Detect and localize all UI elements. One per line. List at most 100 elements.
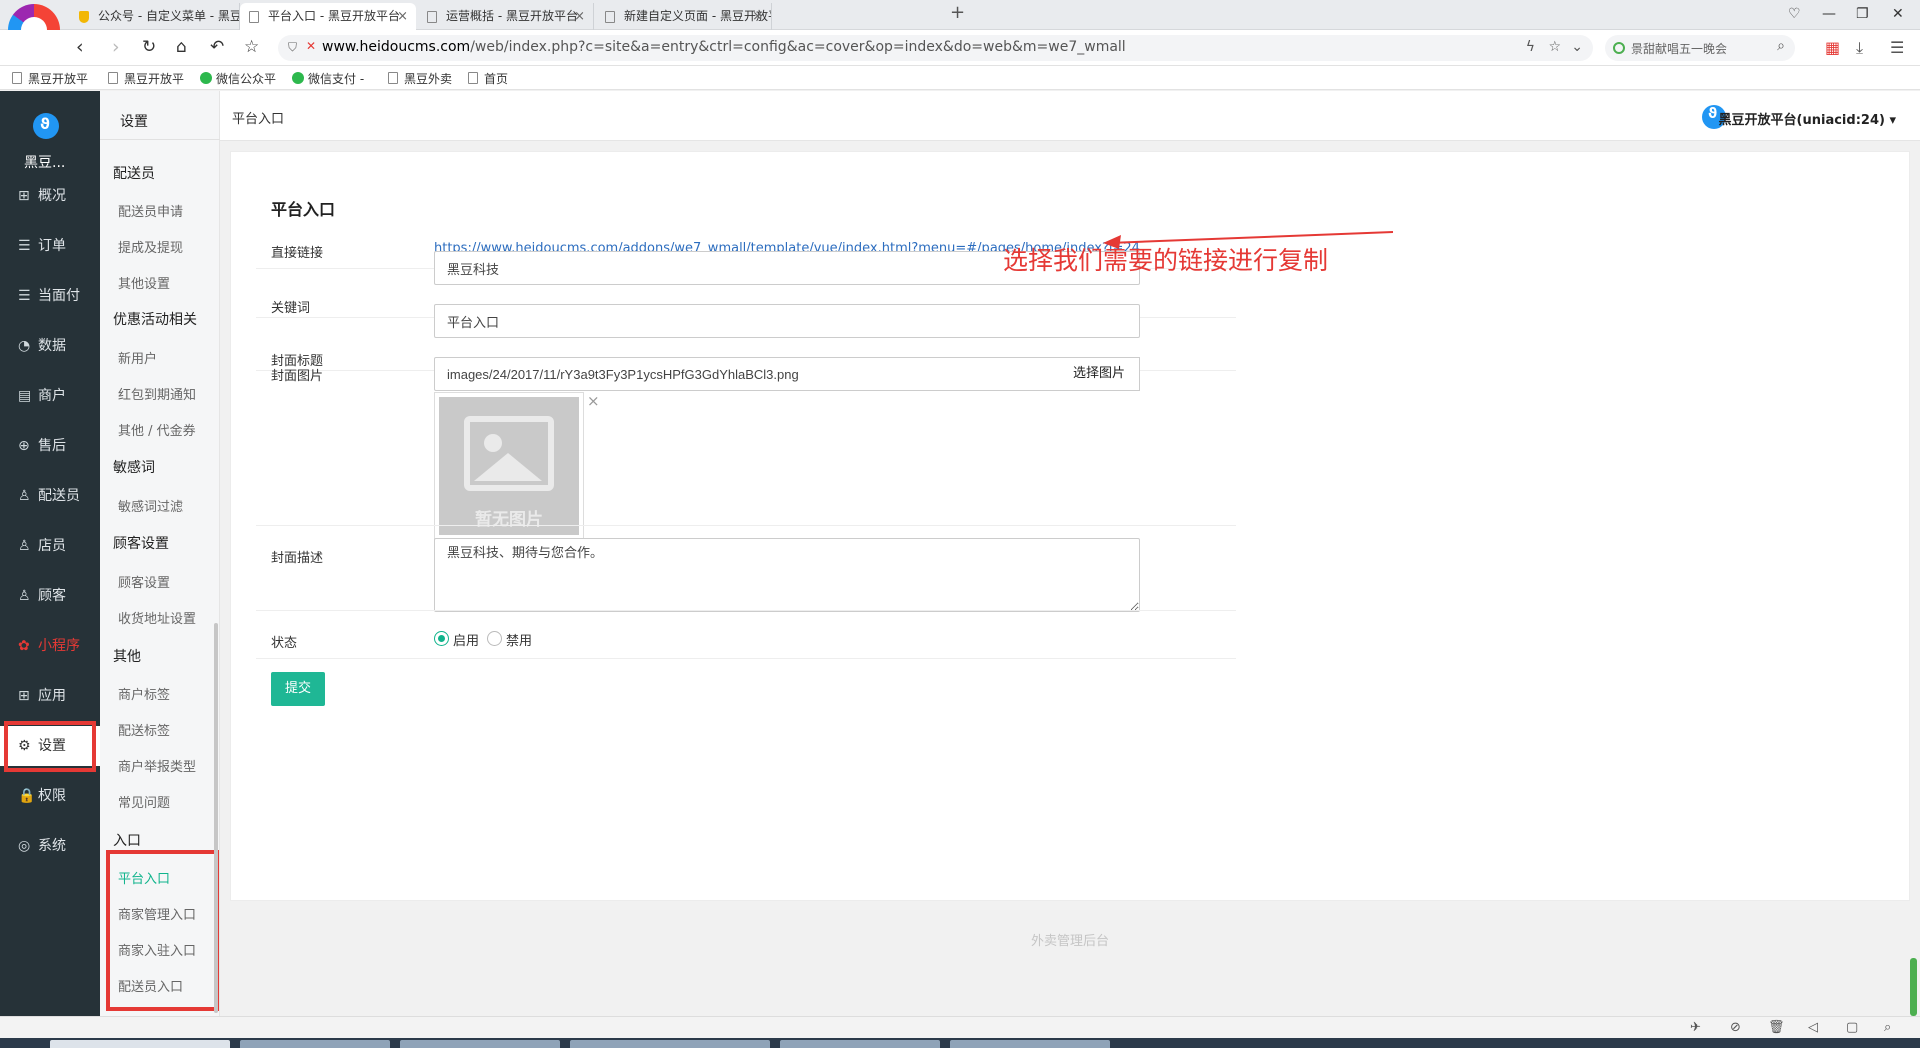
menu-icon[interactable]: ☰ bbox=[1890, 38, 1904, 57]
nav-item-data[interactable]: ◔ 数据 bbox=[0, 326, 100, 366]
new-tab-icon[interactable]: + bbox=[950, 2, 965, 23]
nav-item-permissions[interactable]: 🔒 权限 bbox=[0, 776, 100, 816]
shirt-icon[interactable]: ♡ bbox=[1788, 6, 1801, 22]
back-icon[interactable]: ‹ bbox=[76, 36, 84, 58]
address-bar[interactable]: ⛉ ✕ www.heidoucms.com/web/index.php?c=si… bbox=[278, 35, 1593, 61]
close-icon[interactable]: × bbox=[752, 3, 763, 30]
home-icon[interactable]: ⌂ bbox=[176, 36, 187, 58]
browser-status-bar: ✈ ⊘ 🗑 ◁ ▢ ⌕ bbox=[0, 1016, 1920, 1038]
search-box[interactable]: 景甜献唱五一晚会 ⌕ bbox=[1605, 35, 1795, 61]
overview-icon: ⊞ bbox=[18, 188, 30, 204]
sub-item-other-settings[interactable]: 其他设置 bbox=[118, 273, 170, 292]
bookmark-star-icon[interactable]: ☆ bbox=[244, 36, 259, 58]
bookmark-item[interactable]: 首页 bbox=[468, 70, 508, 87]
apps-icon: ⊞ bbox=[18, 688, 30, 704]
submit-button[interactable]: 提交 bbox=[271, 672, 325, 706]
apps-grid-icon[interactable]: ▦ bbox=[1825, 38, 1840, 57]
sub-item-commission[interactable]: 提成及提现 bbox=[118, 237, 183, 256]
cover-image-path-input[interactable] bbox=[434, 357, 1060, 391]
sub-item-delivery-tags[interactable]: 配送标签 bbox=[118, 720, 170, 739]
download-icon[interactable]: ⤓ bbox=[1856, 38, 1863, 58]
row-divider bbox=[256, 526, 1236, 611]
nav-item-overview[interactable]: ⊞ 概况 bbox=[0, 176, 100, 216]
choose-image-button[interactable]: 选择图片 bbox=[1059, 357, 1140, 391]
nav-item-apps[interactable]: ⊞ 应用 bbox=[0, 676, 100, 716]
bookmark-item[interactable]: 黑豆开放平 bbox=[108, 70, 184, 87]
tab-operations-overview[interactable]: 运营概括 - 黑豆开放平台 × bbox=[418, 3, 594, 30]
tab-new-custom-page[interactable]: 新建自定义页面 - 黑豆开放平台 × bbox=[596, 3, 772, 30]
nav-label: 应用 bbox=[38, 688, 66, 704]
sub-item-faq[interactable]: 常见问题 bbox=[118, 792, 170, 811]
taskbar-item[interactable] bbox=[240, 1040, 390, 1048]
taskbar-item[interactable] bbox=[780, 1040, 940, 1048]
sub-item-report-types[interactable]: 商户举报类型 bbox=[118, 756, 196, 775]
sub-item-redpacket-expire[interactable]: 红包到期通知 bbox=[118, 384, 196, 403]
taskbar-item[interactable] bbox=[50, 1040, 230, 1048]
restore-icon[interactable]: ❐ bbox=[1856, 6, 1869, 22]
taskbar-item[interactable] bbox=[950, 1040, 1110, 1048]
nav-item-system[interactable]: ◎ 系统 bbox=[0, 826, 100, 866]
taskbar-item[interactable] bbox=[570, 1040, 770, 1048]
sub-sidebar-scrollbar[interactable] bbox=[214, 623, 218, 1013]
close-icon[interactable]: × bbox=[397, 3, 408, 30]
nav-item-couriers[interactable]: ♙ 配送员 bbox=[0, 476, 100, 516]
window-close-icon[interactable]: ✕ bbox=[1892, 6, 1904, 22]
page-icon bbox=[249, 11, 259, 23]
speed-icon[interactable]: ⊘ bbox=[1730, 1020, 1741, 1035]
page-icon bbox=[108, 72, 118, 84]
undo-icon[interactable]: ↶ bbox=[210, 36, 224, 58]
tab-platform-entry[interactable]: 平台入口 - 黑豆开放平台 × bbox=[240, 3, 416, 30]
reload-icon[interactable]: ↻ bbox=[142, 36, 156, 58]
window-icon[interactable]: ▢ bbox=[1846, 1020, 1858, 1035]
favorite-icon[interactable]: ☆ bbox=[1548, 39, 1561, 55]
close-icon[interactable]: × bbox=[574, 3, 585, 30]
trash-icon[interactable]: 🗑 bbox=[1768, 1020, 1785, 1035]
bookmark-label: 黑豆外卖 bbox=[404, 72, 453, 86]
sound-icon[interactable]: ◁ bbox=[1808, 1020, 1818, 1035]
nav-item-face-pay[interactable]: ☰ 当面付 bbox=[0, 276, 100, 316]
bookmark-item[interactable]: 微信支付 - bbox=[292, 70, 364, 87]
clerk-icon: ♙ bbox=[18, 538, 31, 554]
tab-official-account-menu[interactable]: 公众号 - 自定义菜单 - 黑豆开放平台 bbox=[70, 3, 240, 30]
url-host: www.heidoucms.com bbox=[322, 39, 471, 55]
nav-item-aftersale[interactable]: ⊕ 售后 bbox=[0, 426, 100, 466]
taskbar-item[interactable] bbox=[400, 1040, 560, 1048]
nav-item-orders[interactable]: ☰ 订单 bbox=[0, 226, 100, 266]
sub-item-customer-settings[interactable]: 顾客设置 bbox=[118, 572, 170, 591]
rocket-icon[interactable]: ✈ bbox=[1690, 1020, 1701, 1035]
nav-item-stores[interactable]: ▤ 商户 bbox=[0, 376, 100, 416]
lightning-icon[interactable]: ϟ bbox=[1526, 39, 1535, 55]
nav-item-clerks[interactable]: ♙ 店员 bbox=[0, 526, 100, 566]
sub-item-store-tags[interactable]: 商户标签 bbox=[118, 684, 170, 703]
brand[interactable]: 黑豆... bbox=[0, 91, 100, 171]
nav-item-miniprogram[interactable]: ✿ 小程序 bbox=[0, 626, 100, 666]
nav-label: 系统 bbox=[38, 838, 66, 854]
search-icon[interactable]: ⌕ bbox=[1777, 38, 1785, 54]
tab-title: 平台入口 - 黑豆开放平台 bbox=[268, 9, 400, 23]
page-scrollbar[interactable] bbox=[1910, 958, 1917, 1016]
sub-item-courier-apply[interactable]: 配送员申请 bbox=[118, 201, 183, 220]
chevron-down-icon[interactable]: ⌄ bbox=[1571, 39, 1583, 55]
bookmark-item[interactable]: 黑豆外卖 bbox=[388, 70, 452, 87]
search-hint: 景甜献唱五一晚会 bbox=[1631, 42, 1728, 56]
sub-item-address-settings[interactable]: 收货地址设置 bbox=[118, 608, 196, 627]
sub-item-sensitive-filter[interactable]: 敏感词过滤 bbox=[118, 496, 183, 515]
bookmark-label: 微信支付 - bbox=[308, 72, 365, 86]
highlight-box-settings bbox=[4, 721, 96, 772]
cover-title-input[interactable] bbox=[434, 304, 1140, 338]
shield-icon bbox=[79, 11, 89, 23]
bookmark-item[interactable]: 微信公众平 bbox=[200, 70, 276, 87]
minimize-icon[interactable]: — bbox=[1822, 6, 1836, 22]
bookmark-item[interactable]: 黑豆开放平 bbox=[12, 70, 88, 87]
brand-logo-icon bbox=[33, 113, 59, 139]
user-menu[interactable]: 黑豆开放平台(uniacid:24) ▾ bbox=[1719, 109, 1896, 128]
nav-label: 配送员 bbox=[38, 488, 80, 504]
url-text[interactable]: www.heidoucms.com/web/index.php?c=site&a… bbox=[322, 39, 1126, 55]
sub-item-coupon[interactable]: 其他 / 代金券 bbox=[118, 420, 196, 439]
zoom-icon[interactable]: ⌕ bbox=[1884, 1020, 1891, 1035]
nav-label: 权限 bbox=[38, 788, 66, 804]
sub-item-new-user[interactable]: 新用户 bbox=[118, 348, 157, 367]
forward-icon[interactable]: › bbox=[112, 36, 120, 58]
order-icon: ☰ bbox=[18, 238, 31, 254]
nav-item-customers[interactable]: ♙ 顾客 bbox=[0, 576, 100, 616]
